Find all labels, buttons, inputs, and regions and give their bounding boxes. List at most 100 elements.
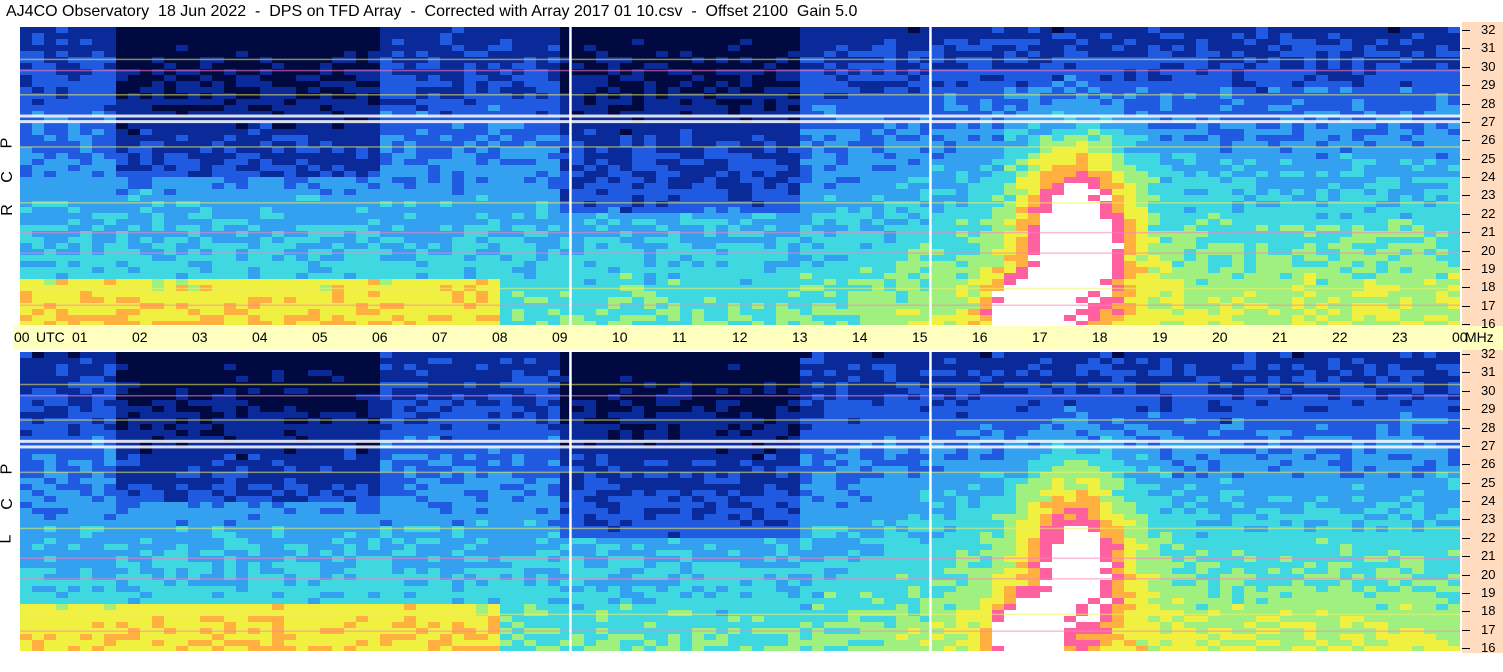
spectrogram-cell <box>1268 159 1281 166</box>
spectrogram-cell <box>1040 177 1053 184</box>
spectrogram-cell <box>1112 261 1125 268</box>
spectrogram-cell <box>1112 165 1125 172</box>
spectrogram-cell <box>164 243 177 250</box>
spectrogram-cell <box>140 39 153 46</box>
spectrogram-cell <box>32 135 45 142</box>
spectrogram-cell <box>1268 255 1281 262</box>
spectrogram-cell <box>272 147 285 154</box>
spectrogram-cell <box>200 39 213 46</box>
spectrogram-cell <box>1160 249 1173 256</box>
spectrogram-cell <box>1268 87 1281 94</box>
spectrogram-cell <box>56 87 69 94</box>
spectrogram-cell <box>128 207 141 214</box>
spectrogram-cell <box>68 201 81 208</box>
spectrogram-cell <box>548 165 561 172</box>
spectrogram-cell <box>680 255 693 262</box>
spectrogram-cell <box>392 255 405 262</box>
spectrogram-cell <box>956 99 969 106</box>
spectrogram-cell <box>1040 159 1053 166</box>
spectrogram-cell <box>1016 177 1029 184</box>
spectrogram-cell <box>260 177 273 184</box>
spectrogram-cell <box>104 165 117 172</box>
spectrogram-cell <box>440 123 453 130</box>
spectrogram-cell <box>992 255 1005 262</box>
spectrogram-cell <box>1304 51 1317 58</box>
spectrogram-cell <box>680 39 693 46</box>
spectrogram-cell <box>968 147 981 154</box>
spectrogram-cell <box>1316 195 1329 202</box>
spectrogram-cell <box>956 123 969 130</box>
spectrogram-cell <box>884 135 897 142</box>
spectrogram-cell <box>1376 219 1389 226</box>
spectrogram-cell <box>860 81 873 88</box>
spectrogram-cell <box>740 45 753 52</box>
spectrogram-cell <box>80 33 93 40</box>
spectrogram-cell <box>1028 267 1041 274</box>
spectrogram-cell <box>92 159 105 166</box>
spectrogram-cell <box>632 201 645 208</box>
spectrogram-cell <box>548 105 561 112</box>
spectrogram-cell <box>368 159 381 166</box>
spectrogram-cell <box>1088 201 1101 208</box>
spectrogram-cell <box>1424 57 1437 64</box>
spectrogram-cell <box>1352 81 1365 88</box>
spectrogram-cell <box>644 273 657 280</box>
spectrogram-cell <box>176 147 189 154</box>
spectrogram-cell <box>1328 123 1341 130</box>
spectrogram-cell <box>44 189 57 196</box>
spectrogram-cell <box>824 261 837 268</box>
spectrogram-cell <box>1376 129 1389 136</box>
spectrogram-cell <box>176 189 189 196</box>
spectrogram-cell <box>896 123 909 130</box>
spectrogram-cell <box>452 93 465 100</box>
spectrogram-cell <box>776 243 789 250</box>
spectrogram-cell <box>872 243 885 250</box>
spectrogram-cell <box>632 249 645 256</box>
spectrogram-cell <box>1412 243 1425 250</box>
spectrogram-cell <box>188 87 201 94</box>
spectrogram-cell <box>260 135 273 142</box>
spectrogram-cell <box>1088 147 1101 154</box>
spectrogram-cell <box>860 135 873 142</box>
spectrogram-cell <box>620 267 633 274</box>
spectrogram-cell <box>692 135 705 142</box>
spectrogram-cell <box>1112 189 1125 196</box>
spectrogram-cell <box>752 165 765 172</box>
spectrogram-cell <box>608 219 621 226</box>
spectrogram-cell <box>668 225 681 232</box>
spectrogram-cell <box>740 63 753 70</box>
spectrogram-cell <box>1292 51 1305 58</box>
spectrogram-cell <box>956 213 969 220</box>
spectrogram-cell <box>68 135 81 142</box>
spectrogram-cell <box>308 195 321 202</box>
spectrogram-cell <box>296 255 309 262</box>
spectrogram-cell <box>800 57 813 64</box>
spectrogram-cell <box>776 183 789 190</box>
spectrogram-cell <box>1244 27 1257 34</box>
spectrogram-cell <box>1196 93 1209 100</box>
spectrogram-cell <box>692 51 705 58</box>
spectrogram-cell <box>608 267 621 274</box>
spectrogram-cell <box>860 123 873 130</box>
spectrogram-cell <box>1124 213 1137 220</box>
spectrogram-cell <box>980 255 993 262</box>
spectrogram-cell <box>1076 267 1089 274</box>
spectrogram-cell <box>944 51 957 58</box>
spectrogram-cell <box>428 225 441 232</box>
spectrogram-cell <box>812 189 825 196</box>
spectrogram-cell <box>176 261 189 268</box>
spectrogram-cell <box>308 87 321 94</box>
spectrogram-cell <box>728 261 741 268</box>
spectrogram-cell <box>872 135 885 142</box>
spectrogram-cell <box>260 129 273 136</box>
spectrogram-cell <box>320 129 333 136</box>
spectrogram-cell <box>944 123 957 130</box>
spectrogram-cell <box>356 243 369 250</box>
spectrogram-cell <box>476 39 489 46</box>
spectrogram-cell <box>116 195 129 202</box>
spectrogram-cell <box>356 63 369 70</box>
spectrogram-cell <box>512 237 525 244</box>
spectrogram-cell <box>1064 63 1077 70</box>
spectrogram-cell <box>260 237 273 244</box>
spectrogram-cell <box>1316 201 1329 208</box>
